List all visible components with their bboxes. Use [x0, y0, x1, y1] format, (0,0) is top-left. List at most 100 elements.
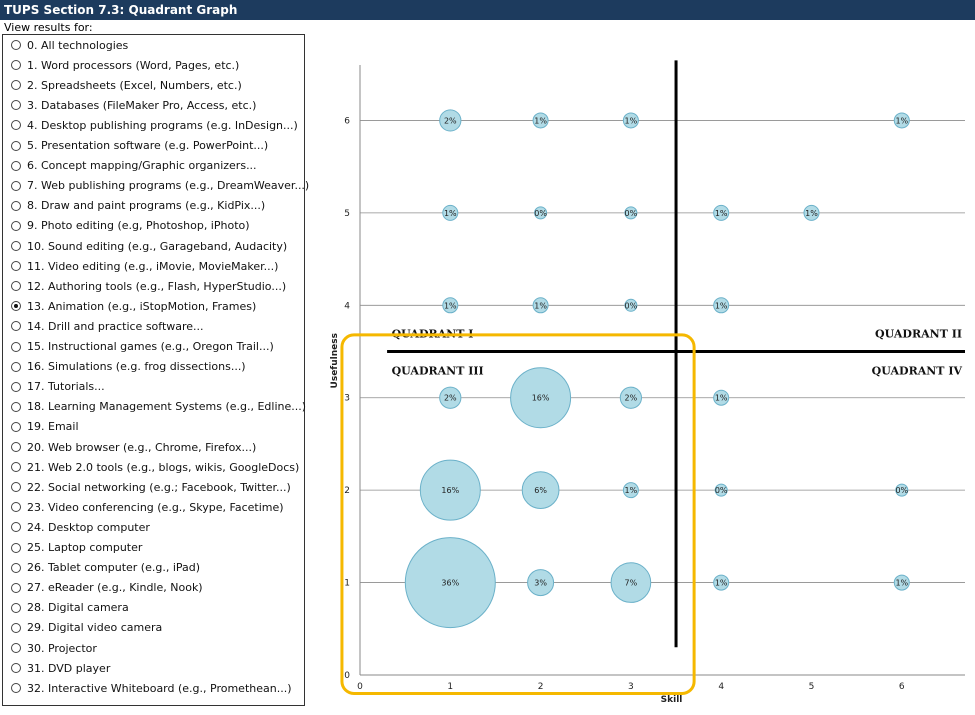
option-8[interactable]: 8. Draw and paint programs (e.g., KidPix…	[11, 197, 265, 215]
radio-button[interactable]	[11, 281, 21, 292]
radio-button[interactable]	[11, 462, 21, 473]
option-label: 6. Concept mapping/Graphic organizers...	[27, 159, 257, 173]
radio-button[interactable]	[11, 482, 21, 493]
radio-button[interactable]	[11, 301, 21, 312]
x-tick-label: 2	[538, 682, 544, 692]
radio-button[interactable]	[11, 100, 21, 111]
option-2[interactable]: 2. Spreadsheets (Excel, Numbers, etc.)	[11, 76, 242, 94]
bubble-label: 1%	[715, 579, 728, 588]
option-24[interactable]: 24. Desktop computer	[11, 518, 150, 536]
option-13[interactable]: 13. Animation (e.g., iStopMotion, Frames…	[11, 297, 256, 315]
option-label: 18. Learning Management Systems (e.g., E…	[27, 400, 307, 414]
radio-button[interactable]	[11, 80, 21, 91]
option-label: 4. Desktop publishing programs (e.g. InD…	[27, 118, 298, 132]
option-label: 26. Tablet computer (e.g., iPad)	[27, 561, 201, 575]
option-17[interactable]: 17. Tutorials...	[11, 378, 105, 396]
option-0[interactable]: 0. All technologies	[11, 36, 128, 54]
bubble-label: 2%	[444, 394, 457, 403]
radio-button[interactable]	[11, 442, 21, 452]
technology-options-list: 0. All technologies 1. Word processors (W…	[2, 34, 309, 706]
radio-button[interactable]	[11, 602, 21, 613]
radio-button[interactable]	[11, 562, 21, 573]
option-31[interactable]: 31. DVD player	[11, 659, 110, 677]
bubble-label: 3%	[534, 579, 547, 588]
y-tick-label: 0	[344, 671, 350, 681]
option-32[interactable]: 32. Interactive Whiteboard (e.g., Promet…	[11, 679, 292, 697]
option-19[interactable]: 19. Email	[11, 418, 79, 436]
y-tick-label: 1	[344, 579, 350, 589]
y-tick-label: 4	[344, 301, 350, 311]
y-tick-label: 6	[344, 116, 350, 126]
x-tick-label: 3	[628, 682, 634, 692]
radio-button[interactable]	[11, 321, 21, 332]
radio-button[interactable]	[11, 341, 21, 352]
bubble-label: 1%	[444, 209, 457, 218]
radio-button[interactable]	[11, 120, 21, 131]
option-29[interactable]: 29. Digital video camera	[11, 619, 162, 637]
radio-button[interactable]	[11, 622, 21, 633]
option-label: 29. Digital video camera	[27, 621, 163, 635]
radio-button[interactable]	[11, 542, 21, 553]
option-26[interactable]: 26. Tablet computer (e.g., iPad)	[11, 559, 200, 577]
option-11[interactable]: 11. Video editing (e.g., iMovie, MovieMa…	[11, 257, 278, 275]
radio-button[interactable]	[11, 140, 21, 151]
option-4[interactable]: 4. Desktop publishing programs (e.g. InD…	[11, 116, 298, 134]
option-7[interactable]: 7. Web publishing programs (e.g., DreamW…	[11, 177, 309, 195]
radio-button[interactable]	[11, 200, 21, 211]
radio-button[interactable]	[11, 261, 21, 272]
option-1[interactable]: 1. Word processors (Word, Pages, etc.)	[11, 56, 239, 74]
option-label: 8. Draw and paint programs (e.g., KidPix…	[27, 199, 266, 213]
radio-button[interactable]	[11, 381, 21, 392]
bubble-label: 36%	[441, 579, 459, 588]
option-18[interactable]: 18. Learning Management Systems (e.g., E…	[11, 398, 306, 416]
radio-button[interactable]	[11, 361, 21, 372]
radio-button[interactable]	[11, 401, 21, 412]
option-27[interactable]: 27. eReader (e.g., Kindle, Nook)	[11, 579, 203, 597]
option-10[interactable]: 10. Sound editing (e.g., Garageband, Aud…	[11, 237, 287, 255]
radio-button[interactable]	[11, 502, 21, 513]
bubble-label: 0%	[625, 301, 638, 310]
option-label: 23. Video conferencing (e.g., Skype, Fac…	[27, 500, 284, 514]
x-tick-label: 5	[809, 682, 815, 692]
radio-button[interactable]	[11, 160, 21, 171]
option-30[interactable]: 30. Projector	[11, 639, 97, 657]
option-23[interactable]: 23. Video conferencing (e.g., Skype, Fac…	[11, 498, 284, 516]
x-tick-label: 0	[357, 682, 363, 692]
x-tick-label: 6	[899, 682, 905, 692]
option-12[interactable]: 12. Authoring tools (e.g., Flash, HyperS…	[11, 277, 286, 295]
option-15[interactable]: 15. Instructional games (e.g., Oregon Tr…	[11, 338, 274, 356]
option-14[interactable]: 14. Drill and practice software...	[11, 317, 204, 335]
option-22[interactable]: 22. Social networking (e.g.; Facebook, T…	[11, 478, 291, 496]
radio-button[interactable]	[11, 663, 21, 674]
radio-button[interactable]	[11, 522, 21, 533]
radio-button[interactable]	[11, 220, 21, 231]
option-label: 14. Drill and practice software...	[27, 319, 204, 333]
radio-button[interactable]	[11, 241, 21, 251]
bubble-label: 16%	[441, 486, 459, 495]
x-tick-label: 1	[447, 682, 453, 692]
option-28[interactable]: 28. Digital camera	[11, 599, 129, 617]
radio-button[interactable]	[11, 40, 21, 50]
option-3[interactable]: 3. Databases (FileMaker Pro, Access, etc…	[11, 96, 256, 114]
quadrant-chart: 0 1 2 3 4 5 6 0 1 2 3 4 5 6 Skill Usefulness 2% 1% 1% 1% 1% 0…	[330, 60, 965, 705]
radio-button[interactable]	[11, 421, 21, 432]
option-21[interactable]: 21. Web 2.0 tools (e.g., blogs, wikis, G…	[11, 458, 299, 476]
bubble-label: 1%	[625, 486, 638, 495]
radio-button[interactable]	[11, 60, 21, 71]
option-16[interactable]: 16. Simulations (e.g. frog dissections..…	[11, 358, 246, 376]
option-9[interactable]: 9. Photo editing (e.g, Photoshop, iPhoto…	[11, 217, 250, 235]
bubble-label: 1%	[534, 301, 547, 310]
bubble-label: 6%	[534, 486, 547, 495]
radio-button[interactable]	[11, 180, 21, 191]
radio-button[interactable]	[11, 643, 21, 653]
y-axis-title: Usefulness	[330, 333, 340, 388]
option-25[interactable]: 25. Laptop computer	[11, 539, 142, 557]
radio-button[interactable]	[11, 582, 21, 593]
option-5[interactable]: 5. Presentation software (e.g. PowerPoin…	[11, 137, 268, 155]
option-6[interactable]: 6. Concept mapping/Graphic organizers...	[11, 157, 257, 175]
option-20[interactable]: 20. Web browser (e.g., Chrome, Firefox..…	[11, 438, 256, 456]
radio-button[interactable]	[11, 683, 21, 694]
option-label: 15. Instructional games (e.g., Oregon Tr…	[27, 340, 274, 353]
bubble-label: 7%	[625, 579, 638, 588]
x-axis-title: Skill	[661, 695, 683, 705]
